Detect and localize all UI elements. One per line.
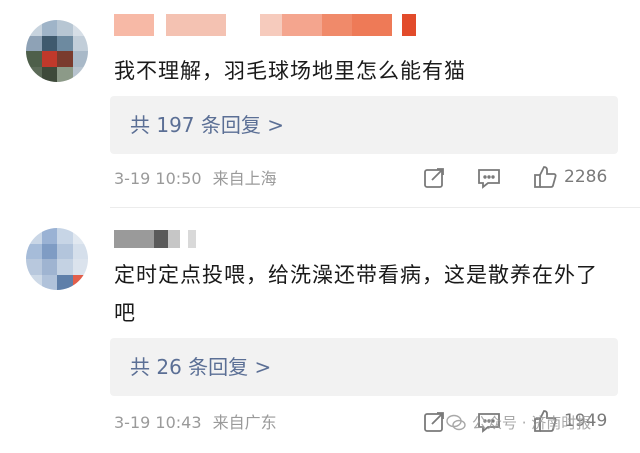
username-blurred[interactable] [114, 230, 196, 248]
thumbs-up-icon [534, 166, 557, 188]
avatar[interactable] [26, 228, 88, 290]
comment-meta: 3-19 10:50 来自上海 [114, 167, 277, 191]
avatar[interactable] [26, 20, 88, 82]
wechat-icon [446, 414, 466, 430]
watermark-text: 公众号 · 济南时报 [472, 414, 592, 432]
comment-button[interactable] [476, 166, 502, 190]
share-icon [424, 168, 444, 188]
username-blurred[interactable] [114, 14, 416, 36]
view-replies-button[interactable]: 共 26 条回复 > [110, 338, 618, 396]
like-button[interactable]: 2286 [532, 164, 607, 190]
comment-location: 来自上海 [212, 169, 277, 188]
comment-date: 3-19 10:50 [114, 169, 202, 188]
comment-text: 我不理解，羽毛球场地里怎么能有猫 [114, 59, 466, 83]
share-button[interactable] [422, 410, 446, 434]
comment-item: 我不理解，羽毛球场地里怎么能有猫 共 197 条回复 > 3-19 10:50 … [0, 0, 640, 210]
comment-meta: 3-19 10:43 来自广东 [114, 411, 277, 435]
watermark: 公众号 · 济南时报 [446, 412, 591, 433]
comment-text: 定时定点投喂，给洗澡还带看病，这是散养在外了吧 [114, 263, 598, 325]
like-count: 2286 [564, 167, 608, 187]
comment-date: 3-19 10:43 [114, 413, 202, 432]
comment-location: 来自广东 [212, 413, 277, 432]
view-replies-button[interactable]: 共 197 条回复 > [110, 96, 618, 154]
share-icon [424, 412, 444, 432]
share-button[interactable] [422, 166, 446, 190]
comment-icon [478, 169, 500, 189]
divider [110, 207, 640, 208]
